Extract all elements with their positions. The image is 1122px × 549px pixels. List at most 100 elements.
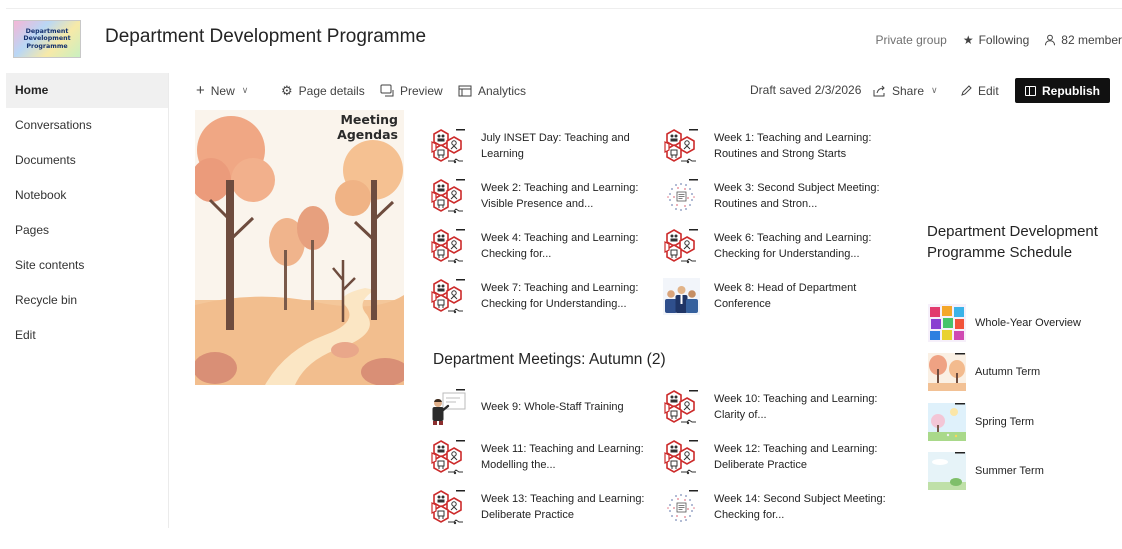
nav-item-documents[interactable]: Documents <box>6 143 168 178</box>
sharepoint-page: Department Development Programme Departm… <box>6 8 1122 528</box>
agenda-title: Week 1: Teaching and Learning: Routines … <box>714 132 872 160</box>
site-logo[interactable]: Department Development Programme <box>13 20 81 58</box>
agenda-tile[interactable]: Week 7: Teaching and Learning: Checking … <box>430 274 655 318</box>
agenda-title: Week 11: Teaching and Learning: Modellin… <box>481 443 644 471</box>
site-logo-line: Programme <box>26 42 68 50</box>
summer-scene-icon <box>928 452 966 490</box>
site-title[interactable]: Department Development Programme <box>105 26 426 48</box>
gear-icon: ⚙ <box>281 82 293 98</box>
agenda-tile[interactable]: Week 8: Head of Department Conference <box>663 274 888 318</box>
agenda-tile[interactable]: Week 1: Teaching and Learning: Routines … <box>663 124 888 168</box>
hero-image[interactable]: Meeting Agendas <box>195 110 404 385</box>
business-people-icon <box>663 278 700 315</box>
agenda-title: July INSET Day: Teaching and Learning <box>481 132 630 160</box>
spring-scene-icon <box>928 403 966 441</box>
person-icon <box>1045 34 1056 46</box>
schedule-item-label: Spring Term <box>975 416 1035 428</box>
left-navigation: Home Conversations Documents Notebook Pa… <box>6 73 169 528</box>
schedule-heading: Department Development Programme Schedul… <box>927 223 1098 261</box>
agenda-title: Week 4: Teaching and Learning: Checking … <box>481 232 639 260</box>
site-logo-line: Department <box>25 27 69 35</box>
agenda-tile[interactable]: Week 6: Teaching and Learning: Checking … <box>663 224 888 268</box>
members-label: 82 members <box>1061 33 1122 47</box>
agenda-tile[interactable]: Week 2: Teaching and Learning: Visible P… <box>430 174 655 218</box>
agenda-title: Week 13: Teaching and Learning: Delibera… <box>481 493 645 521</box>
pencil-icon <box>961 84 972 96</box>
nav-item-site-contents[interactable]: Site contents <box>6 248 168 283</box>
agenda-tile[interactable]: Week 12: Teaching and Learning: Delibera… <box>663 435 888 479</box>
teaching-hexagon-icon <box>663 439 700 476</box>
agenda-title: Week 7: Teaching and Learning: Checking … <box>481 282 639 310</box>
teaching-hexagon-icon <box>663 228 700 265</box>
site-logo-line: Development <box>23 35 71 43</box>
book-icon <box>1024 85 1036 96</box>
preview-button[interactable]: Preview <box>380 73 443 108</box>
agenda-title: Week 9: Whole-Staff Training <box>481 401 624 413</box>
page-details-button[interactable]: ⚙ Page details <box>281 73 365 108</box>
agenda-tile[interactable]: Week 3: Second Subject Meeting: Routines… <box>663 174 888 218</box>
autumn-scene-icon <box>928 353 966 391</box>
agenda-title: Week 3: Second Subject Meeting: Routines… <box>714 182 880 210</box>
colorful-cubes-icon <box>928 304 966 342</box>
following-button[interactable]: ★ Following <box>963 33 1029 47</box>
plus-icon: + <box>196 82 205 99</box>
teaching-hexagon-icon <box>430 278 467 315</box>
schedule-item-label: Whole-Year Overview <box>975 317 1081 329</box>
teaching-hexagon-icon <box>663 389 700 426</box>
section-heading-autumn: Department Meetings: Autumn (2) <box>433 351 666 368</box>
teaching-hexagon-icon <box>430 128 467 165</box>
agenda-title: Week 10: Teaching and Learning: Clarity … <box>714 393 878 421</box>
nav-item-pages[interactable]: Pages <box>6 213 168 248</box>
teaching-hexagon-icon <box>663 128 700 165</box>
schedule-item-label: Summer Term <box>975 465 1044 477</box>
republish-label: Republish <box>1041 83 1100 98</box>
republish-button[interactable]: Republish <box>1015 78 1110 103</box>
agenda-title: Week 2: Teaching and Learning: Visible P… <box>481 182 639 210</box>
schedule-item-summer[interactable]: Summer Term <box>927 452 1117 492</box>
members-button[interactable]: 82 members <box>1044 33 1122 47</box>
agenda-tile[interactable]: Week 13: Teaching and Learning: Delibera… <box>430 485 655 528</box>
nav-item-home[interactable]: Home <box>6 73 168 108</box>
agenda-tile[interactable]: Week 4: Teaching and Learning: Checking … <box>430 224 655 268</box>
edit-button[interactable]: Edit <box>960 73 999 108</box>
star-icon: ★ <box>962 33 974 47</box>
autumn-forest-illustration <box>195 110 404 385</box>
schedule-item-spring[interactable]: Spring Term <box>927 403 1117 443</box>
page-details-label: Page details <box>298 83 365 98</box>
nav-item-edit[interactable]: Edit <box>6 318 168 353</box>
teaching-hexagon-icon <box>430 228 467 265</box>
schedule-item-autumn[interactable]: Autumn Term <box>927 353 1117 393</box>
agenda-title: Week 14: Second Subject Meeting: Checkin… <box>714 493 886 521</box>
hero-title-line: Meeting <box>340 112 398 127</box>
new-label: New <box>210 83 235 98</box>
draft-status: Draft saved 2/3/2026 <box>750 83 862 97</box>
share-icon <box>873 85 885 96</box>
preview-icon <box>380 84 394 97</box>
nav-item-conversations[interactable]: Conversations <box>6 108 168 143</box>
site-meta: Private group ★ Following 82 members <box>875 33 1122 47</box>
nav-item-notebook[interactable]: Notebook <box>6 178 168 213</box>
nav-item-recycle-bin[interactable]: Recycle bin <box>6 283 168 318</box>
agenda-tile[interactable]: July INSET Day: Teaching and Learning <box>430 124 655 168</box>
new-button[interactable]: + New ∨ <box>196 73 248 108</box>
agenda-tile[interactable]: Week 9: Whole-Staff Training <box>430 385 655 429</box>
schedule-item-whole-year[interactable]: Whole-Year Overview <box>927 304 1117 344</box>
agenda-tile[interactable]: Week 10: Teaching and Learning: Clarity … <box>663 385 888 429</box>
analytics-icon <box>458 85 472 96</box>
agenda-tile[interactable]: Week 11: Teaching and Learning: Modellin… <box>430 435 655 479</box>
chevron-down-icon: ∨ <box>241 85 249 95</box>
chevron-down-icon: ∨ <box>931 85 938 95</box>
analytics-label: Analytics <box>478 83 527 98</box>
privacy-label: Private group <box>875 33 947 47</box>
teaching-hexagon-icon <box>430 178 467 215</box>
agenda-title: Week 6: Teaching and Learning: Checking … <box>714 232 872 260</box>
schedule-item-label: Autumn Term <box>975 366 1041 378</box>
site-header: Department Development Programme Departm… <box>6 9 1122 69</box>
teaching-hexagon-icon <box>430 439 467 476</box>
analytics-button[interactable]: Analytics <box>458 73 526 108</box>
dotted-circle-icon <box>663 489 700 526</box>
edit-label: Edit <box>978 83 999 98</box>
agenda-tile[interactable]: Week 14: Second Subject Meeting: Checkin… <box>663 485 888 528</box>
agenda-title: Week 12: Teaching and Learning: Delibera… <box>714 443 878 471</box>
share-button[interactable]: Share ∨ <box>873 73 938 108</box>
